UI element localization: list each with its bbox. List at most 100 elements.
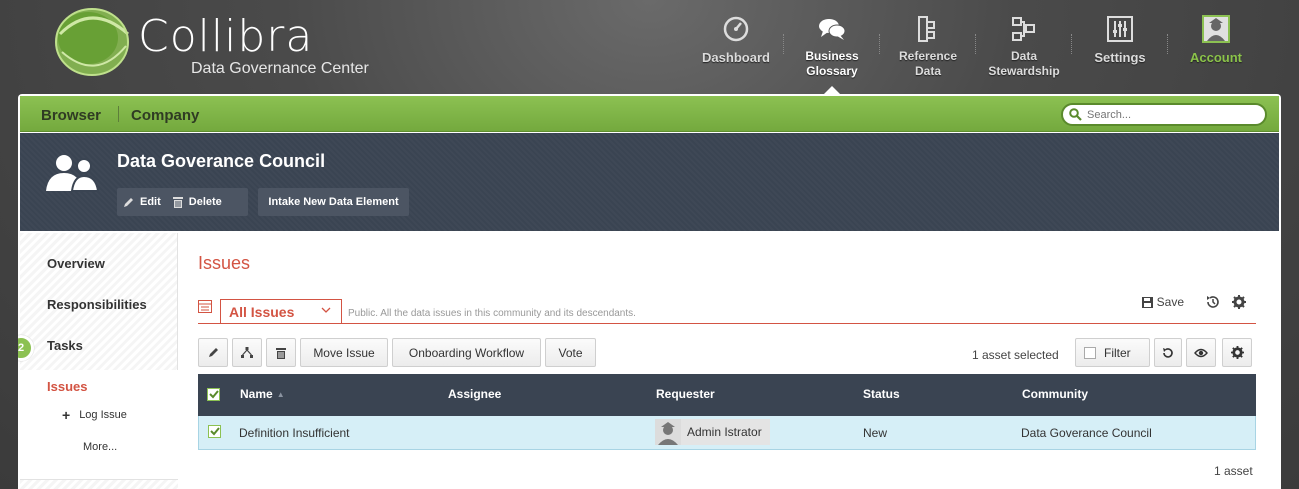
delete-asset-button[interactable]: [266, 338, 296, 367]
nav-account[interactable]: Account: [1167, 12, 1264, 90]
sidebar-item-issues[interactable]: Issues: [47, 379, 87, 394]
nav-reference-data[interactable]: Reference Data: [879, 12, 976, 90]
filter-checkbox: [1084, 346, 1096, 359]
hierarchy-button[interactable]: [232, 338, 262, 367]
column-header-community[interactable]: Community: [1022, 387, 1088, 401]
nav-dashboard[interactable]: Dashboard: [688, 12, 784, 90]
delete-label: Delete: [188, 196, 222, 208]
issues-table: Name ▲ Assignee Requester Status Communit…: [198, 374, 1256, 450]
vote-button[interactable]: Vote: [545, 338, 596, 367]
view-selector[interactable]: All Issues: [220, 299, 342, 323]
brand-subtitle: Data Governance Center: [191, 60, 369, 77]
select-all-checkbox[interactable]: [207, 388, 220, 401]
nav-account-label: Account: [1190, 50, 1242, 65]
breadcrumb-bar: Browser Company: [20, 96, 1279, 132]
checkmark-icon: [208, 390, 219, 399]
search-input[interactable]: [1087, 107, 1257, 123]
log-issue-link[interactable]: + Log Issue: [62, 407, 127, 423]
move-issue-button[interactable]: Move Issue: [300, 338, 388, 367]
cell-requester[interactable]: Admin Istrator: [655, 419, 770, 445]
collibra-logo[interactable]: Collibra Data Governance Center: [52, 4, 392, 84]
delete-button[interactable]: Delete: [167, 196, 228, 208]
nav-settings[interactable]: Settings: [1071, 12, 1168, 90]
main-panel: Browser Company Data Goverance Council E…: [18, 94, 1281, 489]
column-header-status[interactable]: Status: [863, 387, 900, 401]
view-list-icon: [198, 300, 212, 313]
row-checkbox[interactable]: [208, 425, 221, 438]
edit-button[interactable]: Edit: [117, 196, 167, 208]
edit-label: Edit: [140, 196, 161, 208]
filter-button[interactable]: Filter: [1075, 338, 1150, 367]
sort-ascending-icon: ▲: [276, 390, 285, 400]
column-header-assignee[interactable]: Assignee: [448, 387, 501, 401]
requester-name: Admin Istrator: [687, 425, 762, 439]
dashboard-gauge-icon: [722, 15, 750, 43]
cell-community[interactable]: Data Goverance Council: [1021, 426, 1152, 440]
table-settings-button[interactable]: [1222, 338, 1252, 367]
selected-count: 1 asset selected: [972, 348, 1059, 362]
nav-data-stewardship[interactable]: Data Stewardship: [975, 12, 1072, 90]
view-bar: All Issues Public. All the data issues i…: [198, 295, 1256, 324]
search-icon: [1069, 108, 1082, 121]
sidebar-footer: [20, 479, 178, 489]
log-issue-label: Log Issue: [79, 409, 127, 421]
edit-asset-button[interactable]: [198, 338, 228, 367]
sidebar: Overview Responsibilities Tasks: [20, 233, 178, 370]
preview-button[interactable]: [1186, 338, 1216, 367]
eye-icon: [1194, 348, 1208, 357]
breadcrumb-browser[interactable]: Browser: [41, 107, 101, 124]
community-title: Data Goverance Council: [117, 151, 326, 171]
nav-business-glossary-label: Business Glossary: [805, 49, 859, 78]
pencil-icon: [208, 348, 218, 357]
hierarchy-icon: [241, 347, 253, 358]
view-description: Public. All the data issues in this comm…: [348, 308, 636, 319]
save-label: Save: [1156, 295, 1184, 309]
collibra-logo-mark-icon: [55, 8, 129, 76]
breadcrumb-company[interactable]: Company: [131, 107, 199, 124]
plus-icon: +: [62, 407, 71, 423]
gear-icon[interactable]: [1232, 295, 1246, 309]
issues-toolbar: Move Issue Onboarding Workflow Vote 1 as…: [198, 338, 1256, 368]
cell-status: New: [863, 426, 888, 440]
refresh-button[interactable]: [1154, 338, 1182, 367]
sliders-icon: [1106, 15, 1134, 43]
community-header: Data Goverance Council Edit Delete Intak…: [20, 133, 1279, 231]
trash-icon: [172, 197, 183, 208]
community-users-icon: [46, 155, 100, 192]
column-header-requester[interactable]: Requester: [656, 387, 715, 401]
intake-new-data-element-button[interactable]: Intake New Data Element: [258, 188, 409, 216]
sidebar-item-tasks[interactable]: Tasks: [47, 338, 83, 353]
nav-data-stewardship-label: Data Stewardship: [988, 49, 1060, 78]
view-name: All Issues: [229, 304, 295, 320]
edit-delete-group: Edit Delete: [117, 188, 248, 216]
gear-icon: [1230, 346, 1244, 359]
table-row[interactable]: Definition Insufficient Admin Istrator N…: [198, 416, 1256, 450]
save-view-button[interactable]: Save: [1141, 295, 1184, 309]
pencil-icon: [124, 197, 133, 207]
search-box[interactable]: [1061, 103, 1267, 126]
intake-label: Intake New Data Element: [268, 196, 399, 208]
nav-business-glossary[interactable]: Business Glossary: [783, 12, 880, 90]
sidebar-item-overview[interactable]: Overview: [47, 256, 105, 271]
asset-count: 1 asset: [1214, 464, 1253, 478]
filter-label: Filter: [1104, 345, 1131, 360]
view-tools: Save: [1141, 295, 1246, 309]
trash-icon: [276, 347, 286, 359]
onboarding-workflow-button[interactable]: Onboarding Workflow: [392, 338, 541, 367]
refresh-icon: [1163, 347, 1173, 358]
floppy-disk-icon: [1141, 296, 1153, 308]
nav-settings-label: Settings: [1094, 50, 1146, 65]
breadcrumb-divider: [118, 106, 119, 122]
nav-reference-data-label: Reference Data: [898, 49, 958, 78]
stewardship-icon: [1010, 15, 1038, 43]
table-header: Name ▲ Assignee Requester Status Communit…: [198, 374, 1256, 416]
top-bar: Collibra Data Governance Center Dashboar…: [0, 0, 1299, 95]
speech-bubbles-icon: [818, 15, 846, 43]
brand-name: Collibra: [138, 11, 314, 62]
sidebar-item-responsibilities[interactable]: Responsibilities: [47, 297, 147, 312]
more-link[interactable]: More...: [83, 441, 117, 453]
column-header-name[interactable]: Name ▲: [240, 387, 285, 401]
nav-dashboard-label: Dashboard: [702, 50, 770, 65]
history-icon[interactable]: [1206, 295, 1220, 309]
cell-name[interactable]: Definition Insufficient: [239, 426, 350, 440]
